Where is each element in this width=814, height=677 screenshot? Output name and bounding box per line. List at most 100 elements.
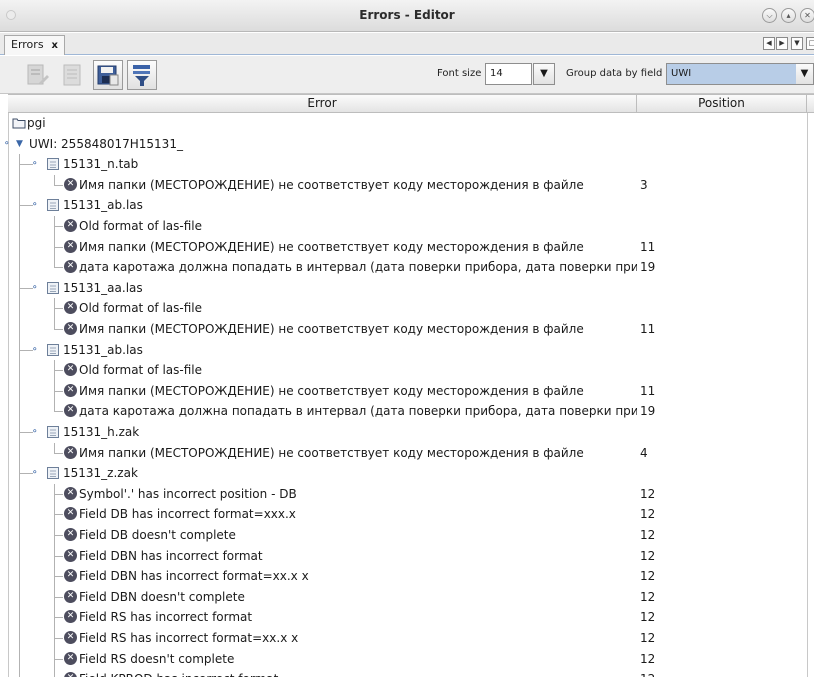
error-icon: ✕ (64, 260, 78, 274)
row-label: Old format of las-file (79, 301, 202, 316)
file-node[interactable]: ⚬ 15131_h.zak (0, 422, 808, 443)
error-row[interactable]: ✕ Имя папки (МЕСТОРОЖДЕНИЕ) не соответств… (0, 319, 808, 340)
error-row[interactable]: ✕Field KPROD has incorrect format12 (0, 669, 808, 677)
error-tree: pgi ⚬ ▼ UWI: 255848017H15131_ ⚬ 15131_n.tab ✕ И… (0, 113, 808, 677)
minimize-button[interactable]: ⌵ (762, 8, 777, 23)
error-icon: ✕ (64, 507, 78, 521)
expand-toggle-icon[interactable]: ⚬ (31, 199, 41, 211)
tab-list-dropdown-icon[interactable]: ▼ (791, 37, 803, 50)
group-node[interactable]: ⚬ ▼ UWI: 255848017H15131_ (0, 134, 808, 155)
error-row[interactable]: ✕ Symbol'.' has incorrect position - DB 12 (0, 483, 808, 505)
tree-handle-icon[interactable]: ⚬ (3, 138, 13, 150)
tree-connector (54, 617, 63, 619)
row-position: 12 (640, 610, 656, 625)
column-header-error[interactable]: Error (8, 95, 637, 113)
tab-maximize-icon[interactable]: □ (806, 37, 814, 50)
font-size-dropdown-button[interactable]: ▼ (533, 63, 555, 85)
error-row[interactable]: ✕ Field RS has incorrect format 12 (0, 607, 808, 628)
row-label: Имя папки (МЕСТОРОЖДЕНИЕ) не соответству… (79, 445, 584, 460)
tree-connector (54, 504, 55, 525)
window-title: Errors - Editor (359, 8, 455, 22)
expand-toggle-icon[interactable]: ⚬ (31, 467, 41, 479)
tree-connector (54, 596, 63, 598)
tree-connector (54, 525, 55, 546)
save-icon (97, 65, 119, 86)
expand-toggle-icon[interactable]: ▼ (16, 138, 26, 150)
save-button[interactable] (93, 60, 123, 90)
error-row[interactable]: ✕ Field DBN has incorrect format=xx.x x 12 (0, 566, 808, 587)
error-icon: ✕ (64, 486, 78, 501)
edit-doc-button[interactable] (22, 60, 52, 90)
file-icon (46, 198, 60, 212)
maximize-button[interactable]: ▴ (781, 8, 796, 23)
expand-toggle-icon[interactable]: ⚬ (31, 282, 41, 294)
error-icon: ✕ (64, 239, 78, 254)
tree-connector (54, 669, 55, 677)
tab-scroll-right-icon[interactable]: ▶ (776, 37, 788, 50)
table-view-button[interactable] (57, 60, 87, 90)
file-icon (46, 343, 60, 357)
row-label: Имя папки (МЕСТОРОЖДЕНИЕ) не соответству… (79, 177, 584, 192)
tree-connector (19, 401, 20, 422)
tree-connector (19, 504, 20, 525)
group-by-select[interactable]: UWI (666, 63, 799, 85)
tab-errors[interactable]: Errors x (4, 35, 65, 55)
error-icon: ✕ (64, 301, 78, 315)
file-node[interactable]: ⚬ 15131_aa.las (0, 277, 808, 299)
tree-connector (19, 360, 20, 381)
error-icon: ✕ (64, 445, 78, 460)
row-label: UWI: 255848017H15131_ (29, 136, 183, 151)
error-row[interactable]: ✕ Field DBN has incorrect format 12 (0, 545, 808, 567)
error-row[interactable]: ✕ Field RS doesn't complete 12 (0, 648, 808, 670)
filter-button[interactable] (127, 60, 157, 90)
tree-connector (19, 669, 20, 677)
tree-connector (54, 555, 63, 557)
error-row[interactable]: ✕ Имя папки (МЕСТОРОЖДЕНИЕ) не соответств… (0, 380, 808, 402)
error-icon: ✕ (64, 672, 78, 677)
error-row[interactable]: ✕ Field DB has incorrect format=xxx.x 12 (0, 504, 808, 525)
expand-toggle-icon[interactable]: ⚬ (31, 426, 41, 438)
error-icon: ✕ (64, 548, 78, 563)
error-row[interactable]: ✕ дата каротажа должна попадать в интерва… (0, 257, 808, 278)
error-row[interactable]: ✕ Old format of las-file (0, 216, 808, 237)
error-row[interactable]: ✕ дата каротажа должна попадать в интерва… (0, 401, 808, 422)
error-row[interactable]: ✕ Имя папки (МЕСТОРОЖДЕНИЕ) не соответств… (0, 174, 808, 196)
root-node[interactable]: pgi (0, 113, 808, 134)
error-row[interactable]: ✕ Field DBN doesn't complete 12 (0, 586, 808, 608)
group-by-dropdown-button[interactable]: ▼ (796, 63, 814, 85)
close-button[interactable]: ✕ (800, 8, 814, 23)
error-row[interactable]: ✕ Old format of las-file (0, 298, 808, 319)
chevron-down-icon: ▼ (540, 68, 548, 79)
error-row[interactable]: ✕ Old format of las-file (0, 360, 808, 381)
tree-connector (54, 493, 63, 495)
font-size-input[interactable]: 14 (485, 63, 532, 85)
folder-icon (12, 116, 26, 130)
tree-connector (19, 545, 20, 567)
file-node[interactable]: ⚬ 15131_ab.las (0, 195, 808, 216)
column-header-position[interactable]: Position (637, 95, 807, 113)
tree-connector (54, 267, 63, 269)
expand-toggle-icon[interactable]: ⚬ (31, 344, 41, 356)
row-label: дата каротажа должна попадать в интервал… (79, 260, 637, 275)
error-row[interactable]: ✕ Field DB doesn't complete 12 (0, 525, 808, 546)
file-node[interactable]: ⚬ 15131_z.zak (0, 463, 808, 484)
error-row[interactable]: ✕ Field RS has incorrect format=xx.x x 12 (0, 628, 808, 649)
row-position: 3 (640, 177, 648, 192)
row-position: 19 (640, 260, 656, 275)
tree-connector (54, 648, 55, 670)
row-position: 4 (640, 445, 648, 460)
error-row[interactable]: ✕ Имя папки (МЕСТОРОЖДЕНИЕ) не соответств… (0, 236, 808, 258)
expand-toggle-icon[interactable]: ⚬ (31, 158, 41, 170)
tree-connector (54, 246, 63, 248)
tab-close-button[interactable]: x (52, 40, 58, 51)
error-icon: ✕ (64, 404, 78, 418)
file-node[interactable]: ⚬ 15131_n.tab (0, 154, 808, 175)
tree-connector (54, 638, 63, 639)
file-icon (46, 425, 60, 439)
file-node[interactable]: ⚬ 15131_ab.las (0, 339, 808, 361)
row-position: 12 (640, 548, 656, 563)
row-position: 12 (640, 671, 655, 677)
error-row[interactable]: ✕ Имя папки (МЕСТОРОЖДЕНИЕ) не соответств… (0, 442, 808, 464)
row-label: 15131_ab.las (63, 198, 143, 213)
tab-scroll-left-icon[interactable]: ◀ (763, 37, 775, 50)
